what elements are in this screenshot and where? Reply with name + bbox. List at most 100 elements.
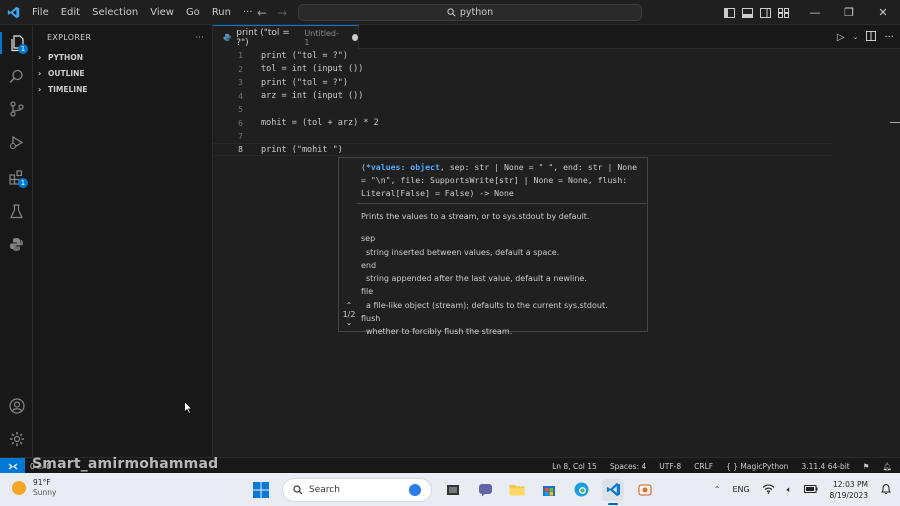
accounts-icon[interactable]: [0, 391, 33, 421]
notifications-icon[interactable]: [880, 483, 892, 497]
python-icon[interactable]: [0, 229, 33, 259]
menu-more[interactable]: ···: [237, 0, 259, 25]
editor-tabs: print ("tol = ?") Untitled-1 ▷ ⌄ ···: [213, 25, 900, 49]
teams-chat-icon[interactable]: [474, 479, 496, 501]
code-line: 1 print ("tol = ?"): [213, 49, 833, 62]
python-interpreter[interactable]: 3.11.4 64-bit: [801, 462, 849, 471]
parameter-hints-widget: (*values: object, sep: str | None = " ",…: [338, 157, 648, 336]
input-language[interactable]: ENG: [732, 485, 749, 494]
windows-start-icon[interactable]: [250, 479, 272, 501]
mouse-cursor-icon: [184, 401, 193, 414]
explorer-icon[interactable]: 1: [0, 28, 33, 58]
close-icon[interactable]: ✕: [866, 0, 900, 25]
menu-go[interactable]: Go: [180, 0, 206, 25]
run-debug-icon[interactable]: [0, 127, 33, 157]
section-python-label: PYTHON: [48, 52, 83, 62]
unsaved-dot-icon[interactable]: [351, 34, 358, 41]
testing-icon[interactable]: [0, 196, 33, 226]
command-center-search[interactable]: python: [298, 4, 642, 21]
language-mode[interactable]: { } MagicPython: [726, 462, 788, 471]
section-python[interactable]: › PYTHON: [33, 49, 212, 65]
end-of-line[interactable]: CRLF: [694, 462, 713, 471]
toggle-panel-icon[interactable]: [738, 0, 756, 25]
param-desc: a file-like object (stream); defaults to…: [366, 300, 608, 310]
toggle-primary-sidebar-icon[interactable]: [720, 0, 738, 25]
line-number: 7: [238, 132, 243, 141]
search-view-icon[interactable]: [0, 61, 33, 91]
minimize-icon[interactable]: —: [798, 0, 832, 25]
remote-indicator-icon[interactable]: [0, 458, 25, 474]
tab-untitled-1[interactable]: print ("tol = ?") Untitled-1: [213, 25, 359, 49]
sidebar-more-actions[interactable]: ···: [195, 33, 204, 42]
function-description: Prints the values to a stream, or to sys…: [361, 212, 590, 221]
toggle-secondary-sidebar-icon[interactable]: [756, 0, 774, 25]
extensions-icon[interactable]: 1: [0, 162, 33, 192]
clock-date: 8/19/2023: [829, 490, 868, 500]
code-line: 4 arz = int (input ()): [213, 90, 833, 103]
code-text: print ("mohit "): [261, 144, 343, 155]
forward-arrow-icon[interactable]: →: [277, 6, 287, 20]
menu-edit[interactable]: Edit: [55, 0, 86, 25]
explorer-sidebar: EXPLORER ··· › PYTHON › OUTLINE › TIMELI…: [33, 25, 213, 457]
chevron-up-icon[interactable]: ⌃: [714, 485, 721, 494]
taskbar-search-label: Search: [309, 484, 340, 495]
python-file-icon: [223, 33, 231, 42]
battery-icon[interactable]: [803, 484, 818, 495]
back-arrow-icon[interactable]: ←: [257, 6, 267, 20]
split-editor-icon[interactable]: [866, 30, 877, 44]
sidebar-title: EXPLORER: [47, 32, 92, 42]
weather-widget[interactable]: 91°F Sunny: [12, 478, 56, 498]
file-explorer-icon[interactable]: [506, 479, 528, 501]
overload-navigator: ⌃ 1/2 ⌄: [339, 302, 359, 327]
settings-gear-icon[interactable]: [0, 424, 33, 454]
task-view-icon[interactable]: [442, 479, 464, 501]
clock-time: 12:03 PM: [833, 479, 868, 489]
explorer-badge: 1: [18, 44, 28, 54]
vscode-taskbar-icon[interactable]: [602, 478, 624, 505]
code-line-current: 8 print ("mohit "): [213, 143, 833, 156]
weather-temp: 91°F: [33, 478, 51, 487]
run-file-icon[interactable]: ▷: [837, 32, 845, 43]
section-timeline[interactable]: › TIMELINE: [33, 81, 212, 97]
indentation[interactable]: Spaces: 4: [610, 462, 646, 471]
chevron-up-icon[interactable]: ⌃: [339, 302, 359, 310]
more-actions-icon[interactable]: ···: [884, 32, 894, 43]
code-line: 2 tol = int (input ()): [213, 63, 833, 76]
microsoft-store-icon[interactable]: [538, 479, 560, 501]
speaker-icon[interactable]: 🔈︎: [787, 485, 792, 495]
edge-browser-icon[interactable]: [570, 479, 592, 501]
active-parameter: *values: object: [365, 162, 440, 172]
encoding[interactable]: UTF-8: [659, 462, 681, 471]
wifi-icon[interactable]: [762, 484, 775, 496]
chevron-right-icon: ›: [38, 68, 42, 78]
cursor-position[interactable]: Ln 8, Col 15: [552, 462, 597, 471]
source-control-icon[interactable]: [0, 94, 33, 124]
command-center-label: python: [459, 7, 494, 18]
code-line: 3 print ("tol = ?"): [213, 76, 833, 89]
tab-subtitle: Untitled-1: [304, 28, 339, 47]
code-line: 5: [213, 103, 833, 116]
function-docs: Prints the values to a stream, or to sys…: [361, 210, 646, 339]
restore-icon[interactable]: ❐: [832, 0, 866, 25]
clock[interactable]: 12:03 PM 8/19/2023: [830, 479, 868, 501]
code-text: print ("tol = ?"): [261, 77, 348, 88]
feedback-icon[interactable]: ⚑: [863, 462, 870, 471]
menu-view[interactable]: View: [144, 0, 180, 25]
code-line: 6 mohit = (tol + arz) * 2: [213, 117, 833, 130]
notifications-bell-icon[interactable]: 🔔︎: [882, 462, 892, 471]
menu-selection[interactable]: Selection: [86, 0, 144, 25]
bing-icon: [409, 483, 421, 496]
taskbar-search[interactable]: Search: [282, 477, 432, 502]
chevron-down-icon[interactable]: ⌄: [339, 319, 359, 327]
line-number: 6: [238, 118, 243, 128]
menu-run[interactable]: Run: [206, 0, 237, 25]
weather-desc: Sunny: [33, 488, 57, 497]
line-number: 2: [238, 64, 243, 74]
recording-app-icon[interactable]: [634, 479, 656, 501]
section-outline[interactable]: › OUTLINE: [33, 65, 212, 81]
param-name: flush: [361, 314, 381, 324]
nav-arrows: ← →: [257, 0, 287, 25]
run-dropdown-icon[interactable]: ⌄: [853, 33, 859, 41]
customize-layout-icon[interactable]: [774, 0, 792, 25]
menu-file[interactable]: File: [26, 0, 55, 25]
